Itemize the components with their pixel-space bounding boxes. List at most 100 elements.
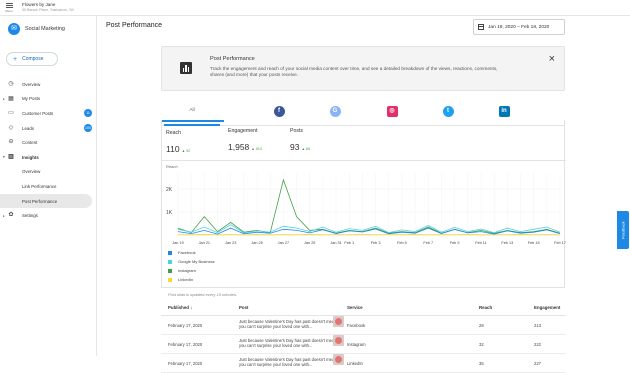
sidebar-item-label: Insights — [22, 154, 39, 160]
count-badge: 11 — [84, 109, 92, 118]
link-icon: ⊖ — [8, 139, 14, 146]
sidebar-item-label: Leads — [22, 125, 34, 131]
feedback-tab[interactable]: Feedback — [617, 211, 629, 249]
legend-label: LinkedIn — [178, 277, 194, 282]
legend-label: Facebook — [178, 250, 196, 255]
cell-published: February 17, 2020 — [168, 361, 203, 366]
cell-engagement: 213 — [534, 323, 541, 328]
table-header: Published ↓ Post Service Reach Engagemen… — [161, 299, 565, 316]
cell-published: February 17, 2020 — [168, 323, 203, 328]
x-tick-label: Feb 13 — [501, 241, 513, 245]
info-banner: Post Performance Track the engagement an… — [161, 46, 565, 91]
metric-label: Reach — [166, 130, 181, 136]
metric-delta: ▲ 92 — [181, 149, 191, 153]
col-published[interactable]: Published ↓ — [168, 299, 192, 316]
metric-label: Engagement — [228, 128, 258, 134]
x-tick-label: Feb 9 — [450, 241, 460, 245]
cell-post: Just because Valentine's Day has past do… — [239, 338, 337, 348]
cell-post: Just because Valentine's Day has past do… — [239, 319, 337, 329]
metric-reach[interactable]: Reach 110 ▲ 92 — [162, 120, 224, 161]
close-icon[interactable]: × — [549, 54, 555, 65]
legend-label: Instagram — [178, 268, 196, 273]
info-title: Post Performance — [210, 56, 255, 62]
table-row[interactable]: February 17, 2020 Just because Valentine'… — [161, 354, 565, 373]
metric-delta: ▲ 513 — [251, 147, 262, 151]
reach-line-chart: Reach 2K 1K Jan 19 Jan 21 Jan 23 Jan 25 Jan 27 J… — [166, 164, 566, 245]
sidebar-item-label: Overview — [22, 169, 41, 175]
sidebar-item-insights[interactable]: ▾ ▥ Insights — [0, 150, 97, 165]
x-tick-label: Feb 7 — [423, 241, 433, 245]
brand-name: Social Marketing — [25, 26, 65, 32]
facebook-icon: f — [273, 105, 285, 117]
top-bar: Menu Flowers by Jane 55 Barsch Place, Sa… — [0, 0, 630, 16]
account-name: Flowers by Jane — [22, 2, 56, 7]
sidebar-item-label: My Posts — [22, 96, 41, 102]
sidebar-item-my-posts[interactable]: ▸ ▦ My Posts — [0, 92, 97, 107]
y-tick-label: 2K — [166, 187, 173, 193]
x-tick-label: Jan 31 — [330, 241, 341, 245]
metric-label: Posts — [290, 128, 303, 134]
legend-swatch — [168, 277, 172, 282]
sidebar-item-link-performance[interactable]: Link Performance — [0, 179, 97, 194]
brand-logo-icon: ✉ — [8, 23, 20, 35]
compose-button[interactable]: + Compose — [6, 52, 58, 66]
table-row[interactable]: February 17, 2020 Just because Valentine'… — [161, 316, 565, 335]
page-title: Post Performance — [106, 22, 163, 29]
tab-label: All — [189, 107, 195, 113]
sidebar-item-label: Link Performance — [22, 183, 57, 189]
y-axis-label: Reach — [166, 164, 178, 169]
date-range-picker[interactable]: Jan 19, 2020 – Feb 18, 2020 — [473, 19, 565, 35]
col-post: Post — [239, 305, 249, 310]
legend-swatch — [168, 268, 172, 273]
legend-item[interactable]: Facebook — [168, 248, 215, 257]
post-thumbnail — [333, 316, 344, 327]
metric-engagement[interactable]: Engagement 1,958 ▲ 513 — [224, 120, 286, 161]
menu-label: Menu — [5, 9, 13, 13]
cell-reach: 32 — [479, 342, 484, 347]
gear-icon: ✿ — [8, 212, 14, 219]
col-reach[interactable]: Reach — [479, 299, 492, 316]
sidebar-item-leads[interactable]: ◇ Leads 100 — [0, 121, 97, 136]
sidebar-item-customer-posts[interactable]: ▭ Customer Posts 11 — [0, 106, 97, 121]
sidebar-item-overview[interactable]: ◷ Overview — [0, 77, 97, 92]
sidebar-item-label: Settings — [22, 213, 38, 219]
chat-icon: ▭ — [8, 110, 14, 117]
update-note: Post data is updated every 15 minutes. — [168, 292, 238, 297]
table-row[interactable]: February 17, 2020 Just because Valentine'… — [161, 335, 565, 354]
chevron-icon: ▸ — [3, 213, 5, 218]
compose-label: Compose — [22, 56, 44, 62]
bar-chart-icon — [180, 62, 192, 74]
sidebar-item-label: Overview — [22, 81, 41, 87]
account-address: 55 Barsch Place, Saskatoon, SK — [22, 8, 74, 12]
metric-value: 1,958 — [228, 142, 250, 152]
x-tick-label: Jan 29 — [304, 241, 315, 245]
menu-button[interactable]: Menu — [3, 2, 15, 14]
cell-post: Just because Valentine's Day has past do… — [239, 357, 337, 367]
metric-posts[interactable]: Posts 93 ▲ 65 — [286, 120, 348, 161]
cell-service: Instagram — [347, 342, 366, 347]
google-my-business-icon: G — [329, 105, 341, 117]
sidebar-item-post-performance[interactable]: Post Performance — [0, 193, 92, 209]
legend-item[interactable]: Instagram — [168, 266, 215, 275]
count-badge: 100 — [84, 123, 92, 132]
clock-icon: ◷ — [8, 81, 14, 87]
x-tick-label: Jan 25 — [251, 241, 262, 245]
chevron-icon: ▾ — [3, 155, 5, 160]
legend-label: Google My Business — [178, 259, 215, 264]
legend-item[interactable]: Google My Business — [168, 257, 215, 266]
cell-service: LinkedIn — [347, 361, 363, 366]
col-engagement[interactable]: Engagement — [534, 299, 560, 316]
brand[interactable]: ✉ Social Marketing — [8, 23, 65, 35]
sidebar-item-settings[interactable]: ▸ ✿ Settings — [0, 208, 97, 223]
account-switcher[interactable]: Flowers by Jane 55 Barsch Place, Saskato… — [22, 2, 74, 12]
bar-chart-icon: ▥ — [8, 153, 14, 160]
sidebar-item-overview[interactable]: Overview — [0, 165, 97, 180]
date-range-label: Jan 19, 2020 – Feb 18, 2020 — [488, 24, 550, 30]
sidebar-nav: ◷ Overview ▸ ▦ My Posts ▭ Customer Posts 11 ◇ Lea… — [0, 77, 97, 223]
x-tick-label: Jan 21 — [199, 241, 210, 245]
chart-legend: Facebook Google My Business Instagram Linke… — [168, 248, 215, 284]
legend-item[interactable]: LinkedIn — [168, 275, 215, 284]
sidebar-item-content[interactable]: ⊖ Content — [0, 135, 97, 150]
chevron-icon: ▸ — [3, 96, 5, 101]
calendar-icon: ▦ — [8, 95, 14, 102]
